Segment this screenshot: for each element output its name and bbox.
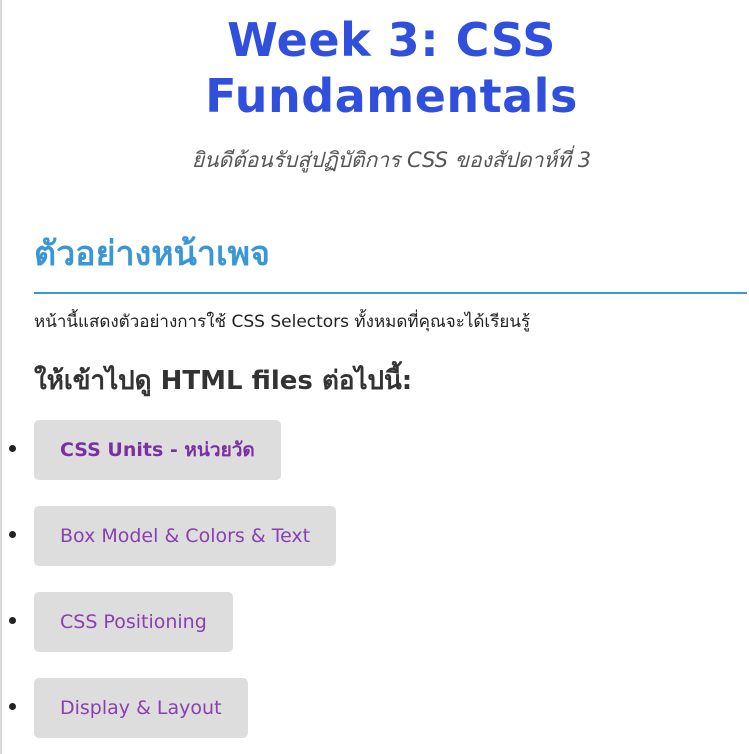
- section-divider: [34, 292, 747, 294]
- page: Week 3: CSS Fundamentals ยินดีต้อนรับสู่…: [0, 0, 749, 754]
- list-item: Display & Layout: [9, 678, 749, 738]
- list-item: CSS Units - หน่วยวัด: [9, 420, 749, 480]
- html-files-list: CSS Units - หน่วยวัด Box Model & Colors …: [9, 420, 749, 738]
- list-item: CSS Positioning: [9, 592, 749, 652]
- page-title: Week 3: CSS Fundamentals: [205, 13, 578, 123]
- section-title: ตัวอย่างหน้าเพจ: [34, 234, 270, 274]
- bullet-icon: [9, 531, 16, 538]
- files-subheading: ให้เข้าไปดู HTML files ต่อไปนี้:: [34, 366, 413, 396]
- bullet-icon: [9, 617, 16, 624]
- bullet-icon: [9, 703, 16, 710]
- display-layout-link[interactable]: Display & Layout: [34, 678, 248, 738]
- css-positioning-link[interactable]: CSS Positioning: [34, 592, 233, 652]
- list-item: Box Model & Colors & Text: [9, 506, 749, 566]
- page-subtitle: ยินดีต้อนรับสู่ปฏิบัติการ CSS ของสัปดาห์…: [191, 148, 592, 172]
- css-units-link[interactable]: CSS Units - หน่วยวัด: [34, 420, 281, 480]
- bullet-icon: [9, 445, 16, 452]
- intro-text: หน้านี้แสดงตัวอย่างการใช้ CSS Selectors …: [34, 312, 531, 332]
- box-model-link[interactable]: Box Model & Colors & Text: [34, 506, 337, 566]
